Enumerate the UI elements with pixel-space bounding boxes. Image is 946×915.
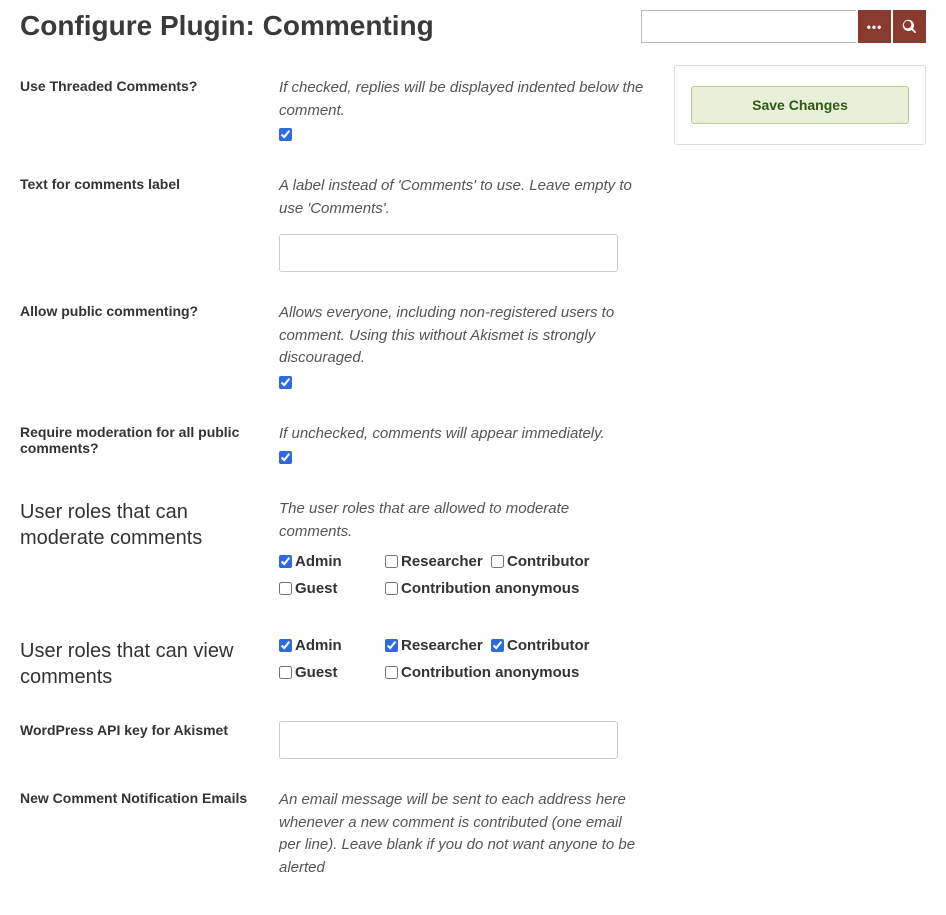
- hint-allow-public: Allows everyone, including non-registere…: [279, 302, 644, 370]
- checkbox-threaded[interactable]: [279, 128, 292, 141]
- label-require-moderation: Require moderation for all public commen…: [20, 423, 279, 456]
- checkbox-role[interactable]: [279, 639, 292, 652]
- hint-notify-emails: An email message will be sent to each ad…: [279, 789, 644, 879]
- role-label: Contributor: [507, 553, 589, 570]
- label-text-for-comments: Text for comments label: [20, 175, 279, 192]
- role-moderate-guest[interactable]: Guest: [279, 580, 385, 597]
- checkbox-role[interactable]: [279, 666, 292, 679]
- hint-threaded: If checked, replies will be displayed in…: [279, 77, 644, 122]
- field-text-label: Text for comments label A label instead …: [20, 175, 644, 272]
- checkbox-allow-public[interactable]: [279, 376, 292, 389]
- hint-text-for-comments: A label instead of 'Comments' to use. Le…: [279, 175, 644, 220]
- header-actions: •••: [641, 10, 926, 43]
- hint-roles-moderate: The user roles that are allowed to moder…: [279, 498, 644, 543]
- role-label: Guest: [295, 580, 338, 597]
- roles-moderate-grid: Admin Researcher Contributor Guest Contr…: [279, 553, 644, 607]
- checkbox-role[interactable]: [279, 582, 292, 595]
- more-button[interactable]: •••: [858, 10, 891, 43]
- search-button[interactable]: [893, 10, 926, 43]
- sidebar: Save Changes: [674, 65, 926, 145]
- role-label: Researcher: [401, 553, 483, 570]
- checkbox-role[interactable]: [385, 582, 398, 595]
- role-label: Contributor: [507, 637, 589, 654]
- checkbox-role[interactable]: [385, 639, 398, 652]
- checkbox-role[interactable]: [385, 555, 398, 568]
- label-notify-emails: New Comment Notification Emails: [20, 789, 279, 806]
- field-require-moderation: Require moderation for all public commen…: [20, 423, 644, 469]
- field-threaded-comments: Use Threaded Comments? If checked, repli…: [20, 77, 644, 145]
- role-label: Admin: [295, 553, 342, 570]
- field-notify-emails: New Comment Notification Emails An email…: [20, 789, 644, 885]
- input-akismet-key[interactable]: [279, 721, 618, 759]
- roles-view-grid: Admin Researcher Contributor Guest Contr…: [279, 637, 644, 691]
- role-view-anon[interactable]: Contribution anonymous: [385, 664, 579, 681]
- label-roles-moderate: User roles that can moderate comments: [20, 498, 279, 551]
- role-label: Researcher: [401, 637, 483, 654]
- checkbox-role[interactable]: [491, 555, 504, 568]
- role-label: Contribution anonymous: [401, 664, 579, 681]
- search-input[interactable]: [641, 10, 856, 43]
- role-view-contributor[interactable]: Contributor: [491, 637, 621, 654]
- role-view-guest[interactable]: Guest: [279, 664, 385, 681]
- field-roles-view: User roles that can view comments Admin …: [20, 637, 644, 691]
- ellipsis-icon: •••: [867, 21, 883, 33]
- checkbox-role[interactable]: [279, 555, 292, 568]
- role-label: Guest: [295, 664, 338, 681]
- role-moderate-researcher[interactable]: Researcher: [385, 553, 491, 570]
- field-roles-moderate: User roles that can moderate comments Th…: [20, 498, 644, 607]
- input-text-for-comments[interactable]: [279, 234, 618, 272]
- label-akismet: WordPress API key for Akismet: [20, 721, 279, 738]
- checkbox-role[interactable]: [385, 666, 398, 679]
- role-view-researcher[interactable]: Researcher: [385, 637, 491, 654]
- page-title: Configure Plugin: Commenting: [20, 10, 434, 42]
- role-moderate-anon[interactable]: Contribution anonymous: [385, 580, 579, 597]
- label-roles-view: User roles that can view comments: [20, 637, 279, 690]
- role-moderate-admin[interactable]: Admin: [279, 553, 385, 570]
- field-akismet: WordPress API key for Akismet: [20, 721, 644, 759]
- role-moderate-contributor[interactable]: Contributor: [491, 553, 621, 570]
- hint-require-moderation: If unchecked, comments will appear immed…: [279, 423, 644, 446]
- checkbox-require-moderation[interactable]: [279, 451, 292, 464]
- field-allow-public: Allow public commenting? Allows everyone…: [20, 302, 644, 393]
- role-view-admin[interactable]: Admin: [279, 637, 385, 654]
- label-threaded: Use Threaded Comments?: [20, 77, 279, 94]
- search-icon: [902, 19, 917, 34]
- checkbox-role[interactable]: [491, 639, 504, 652]
- label-allow-public: Allow public commenting?: [20, 302, 279, 319]
- config-form: Use Threaded Comments? If checked, repli…: [20, 55, 674, 915]
- role-label: Contribution anonymous: [401, 580, 579, 597]
- role-label: Admin: [295, 637, 342, 654]
- save-button[interactable]: Save Changes: [691, 86, 909, 124]
